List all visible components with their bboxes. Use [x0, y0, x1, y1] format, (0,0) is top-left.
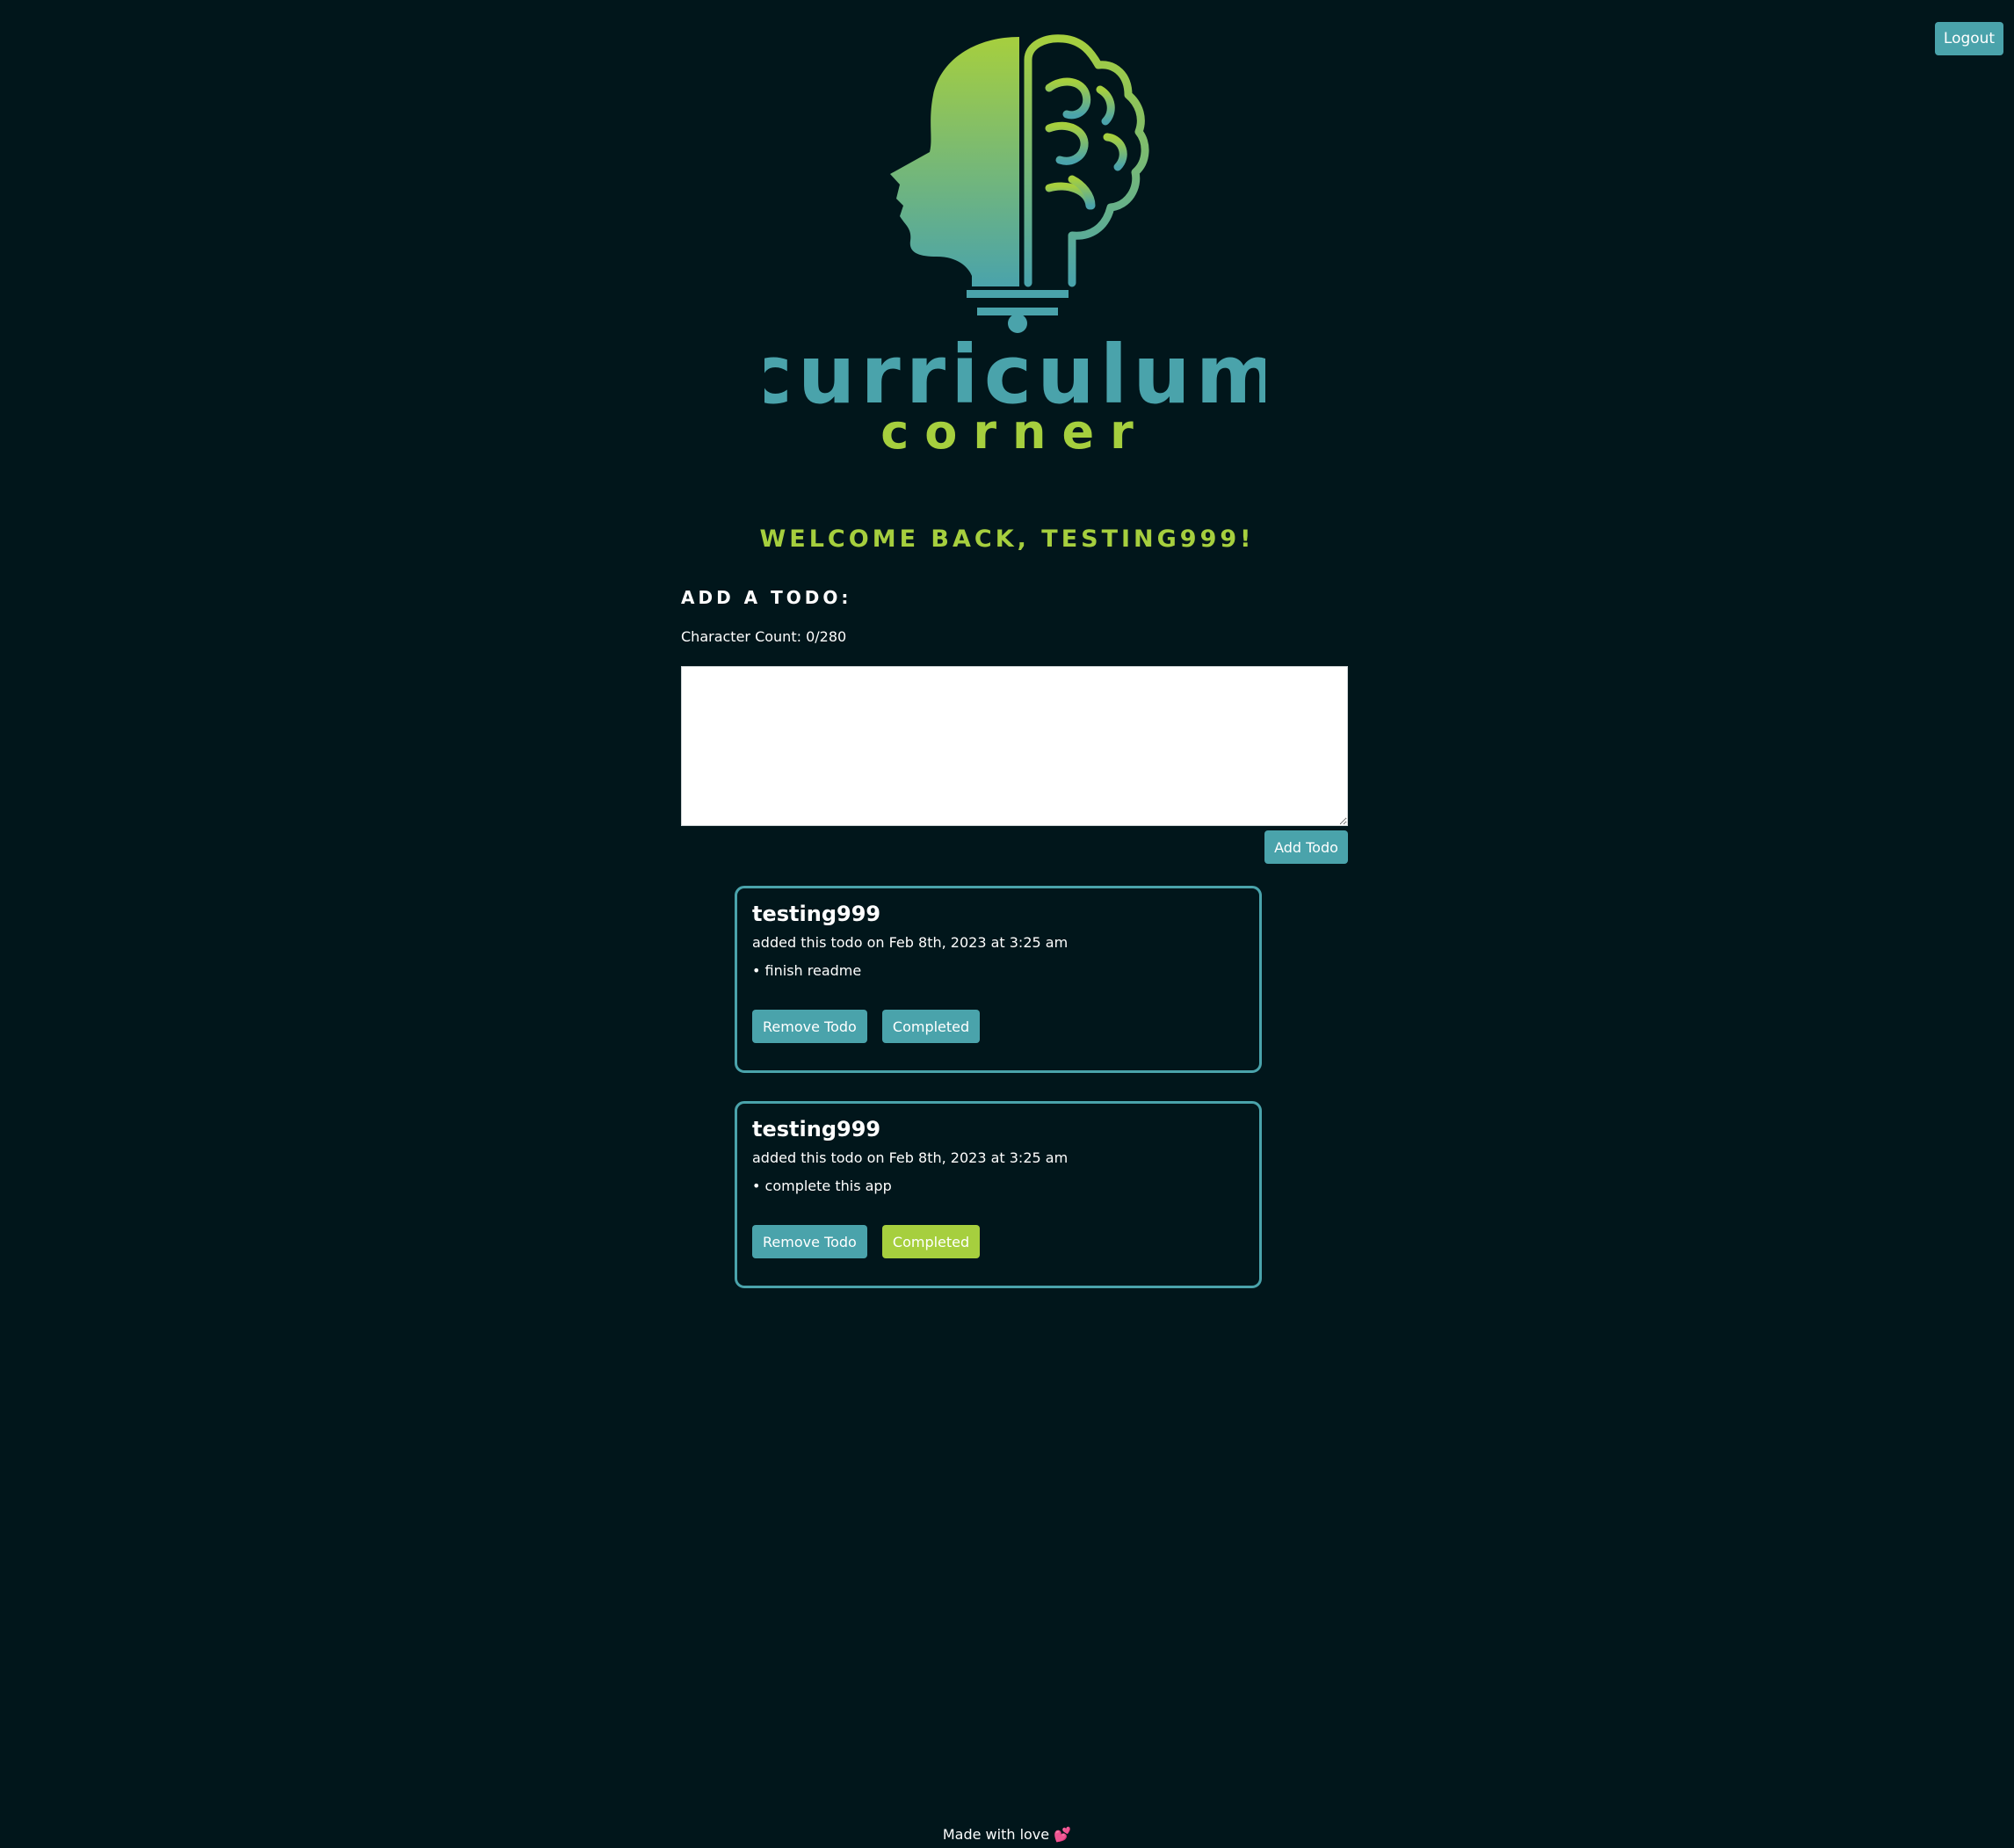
todo-author: testing999: [752, 902, 881, 926]
remove-todo-button[interactable]: Remove Todo: [752, 1010, 867, 1043]
character-count-value: 0/280: [806, 628, 847, 645]
todo-actions: Remove Todo Completed: [752, 1010, 990, 1043]
completed-button[interactable]: Completed: [881, 1225, 981, 1258]
page: Logout curriculum corner WELCOME BACK, T…: [0, 0, 2014, 1848]
todo-text: • complete this app: [752, 1178, 892, 1194]
add-todo-section: Add a todo: Character Count: 0/280 Add T…: [681, 587, 1348, 864]
todo-card: testing999 added this todo on Feb 8th, 2…: [735, 886, 1262, 1073]
todo-card: testing999 added this todo on Feb 8th, 2…: [735, 1101, 1262, 1288]
footer-text: Made with love: [942, 1826, 1050, 1843]
character-count: Character Count: 0/280: [681, 628, 1348, 646]
footer: Made with love 💕: [0, 1826, 2014, 1843]
curriculum-corner-logo: curriculum corner: [764, 34, 1265, 455]
todo-list: testing999 added this todo on Feb 8th, 2…: [735, 886, 1262, 1316]
brain-icon: [1024, 34, 1149, 287]
heart-icon: 💕: [1054, 1826, 1072, 1843]
todo-actions: Remove Todo Completed: [752, 1225, 990, 1258]
character-count-label: Character Count:: [681, 628, 801, 645]
todo-text: • finish readme: [752, 962, 862, 979]
completed-button[interactable]: Completed: [881, 1010, 981, 1043]
todo-author: testing999: [752, 1117, 881, 1141]
add-todo-heading: Add a todo:: [681, 587, 852, 608]
todo-date: added this todo on Feb 8th, 2023 at 3:25…: [752, 1149, 1069, 1166]
logout-button[interactable]: Logout: [1935, 22, 2003, 55]
todo-textarea[interactable]: [681, 666, 1348, 826]
head-silhouette-icon: [890, 37, 1019, 286]
add-todo-button[interactable]: Add Todo: [1264, 830, 1348, 864]
todo-date: added this todo on Feb 8th, 2023 at 3:25…: [752, 934, 1069, 951]
remove-todo-button[interactable]: Remove Todo: [752, 1225, 867, 1258]
welcome-heading: Welcome back, testing999!: [759, 525, 1255, 553]
logo-wordmark-corner: corner: [880, 404, 1148, 455]
bulb-base-icon: [967, 290, 1069, 333]
